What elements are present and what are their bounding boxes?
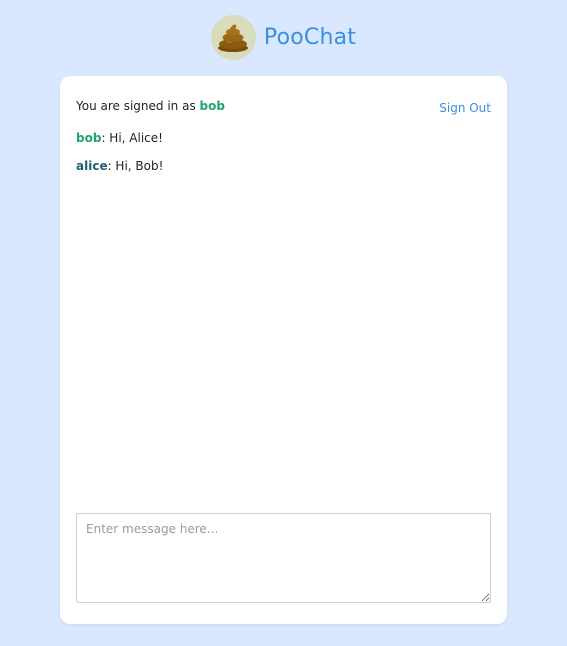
current-username: bob [199, 99, 225, 113]
message-text: : Hi, Alice! [101, 131, 163, 145]
poop-logo-icon [210, 14, 256, 60]
message-list: bob: Hi, Alice! alice: Hi, Bob! [76, 130, 491, 186]
message-item: bob: Hi, Alice! [76, 130, 491, 158]
signed-in-status: You are signed in as bob [76, 99, 225, 113]
message-author: alice [76, 159, 108, 173]
message-author: bob [76, 131, 102, 145]
app-header: PooChat [0, 14, 567, 60]
message-input[interactable] [76, 513, 491, 603]
message-text: : Hi, Bob! [107, 159, 164, 173]
chat-panel: You are signed in as bob Sign Out bob: H… [60, 76, 507, 624]
message-item: alice: Hi, Bob! [76, 158, 491, 186]
signed-in-prefix: You are signed in as [76, 99, 200, 113]
app-title: PooChat [263, 24, 357, 50]
sign-out-link[interactable]: Sign Out [439, 101, 491, 115]
